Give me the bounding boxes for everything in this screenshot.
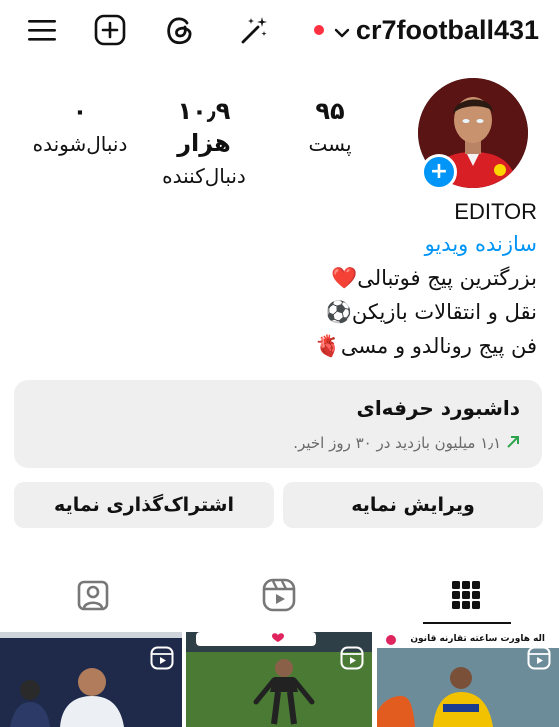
post-caption-overlay: اله هاورت ساعته تقارنه قانون	[410, 634, 545, 644]
reel-badge-icon	[150, 646, 174, 674]
account-switcher[interactable]: cr7football431	[313, 12, 539, 48]
trend-up-icon	[501, 434, 520, 452]
grid-post-3[interactable]: اله هاورت ساعته تقارنه قانون	[377, 632, 559, 727]
magic-wand-icon[interactable]	[236, 12, 272, 48]
edit-profile-button[interactable]: ویرایش نمایه	[283, 482, 543, 528]
followers-count: ۱۰٫۹ هزار	[177, 97, 231, 157]
grid-icon	[451, 580, 481, 614]
reel-badge-icon	[527, 646, 551, 674]
soccer-ball-emoji: ⚽	[325, 300, 352, 324]
tab-tagged[interactable]	[0, 570, 186, 624]
tab-grid[interactable]	[373, 570, 559, 624]
following-count: ۰	[72, 97, 88, 125]
share-profile-button[interactable]: اشتراک‌گذاری نمایه	[14, 482, 274, 528]
bio-line-3: فن پیج رونالدو و مسی🫀	[315, 328, 537, 364]
grid-post-1[interactable]	[0, 632, 182, 727]
add-story-button[interactable]: +	[421, 154, 457, 190]
username-label: cr7football431	[355, 14, 539, 45]
posts-count: ۹۵	[315, 97, 345, 125]
dashboard-subtitle: ۱٫۱ میلیون بازدید در ۳۰ روز اخیر.	[293, 434, 520, 452]
tab-reels[interactable]	[186, 570, 372, 624]
active-tab-indicator	[423, 622, 511, 624]
tagged-icon	[76, 578, 110, 616]
dashboard-title: داشبورد حرفه‌ای	[356, 396, 521, 420]
chevron-down-icon	[334, 15, 350, 46]
profile-name: EDITOR	[454, 199, 537, 224]
posts-label: پست	[308, 132, 352, 156]
new-post-icon[interactable]	[92, 12, 128, 48]
following-label: دنبال‌شونده	[32, 132, 128, 156]
dashboard-subtitle-text: ۱٫۱ میلیون بازدید در ۳۰ روز اخیر.	[293, 434, 502, 452]
professional-dashboard[interactable]: داشبورد حرفه‌ای ۱٫۱ میلیون بازدید در ۳۰ …	[14, 380, 542, 468]
grid-post-2[interactable]	[186, 632, 372, 727]
bio-line-1: بزرگترین پیج فوتبالی❤️	[331, 260, 537, 296]
live-dot	[313, 25, 324, 35]
followers-label: دنبال‌کننده	[162, 164, 246, 188]
heart-emoji: ❤️	[331, 266, 358, 290]
reels-icon	[262, 578, 296, 616]
posts-stat[interactable]: ۹۵ پست	[298, 95, 362, 161]
anatomical-heart-emoji: 🫀	[314, 334, 341, 358]
reel-badge-icon	[340, 646, 364, 674]
profile-category[interactable]: سازنده ویدیو	[425, 226, 537, 262]
bio-line-2-text: نقل و انتقالات بازیکن	[351, 300, 537, 324]
bio-line-2: نقل و انتقالات بازیکن⚽	[326, 294, 537, 330]
bio-line-3-text: فن پیج رونالدو و مسی	[340, 334, 537, 358]
menu-icon[interactable]	[24, 12, 60, 48]
following-stat[interactable]: ۰ دنبال‌شونده	[20, 95, 140, 161]
threads-icon[interactable]	[162, 12, 198, 48]
followers-stat[interactable]: ۱۰٫۹ هزار دنبال‌کننده	[148, 95, 260, 193]
bio-line-1-text: بزرگترین پیج فوتبالی	[357, 266, 537, 290]
